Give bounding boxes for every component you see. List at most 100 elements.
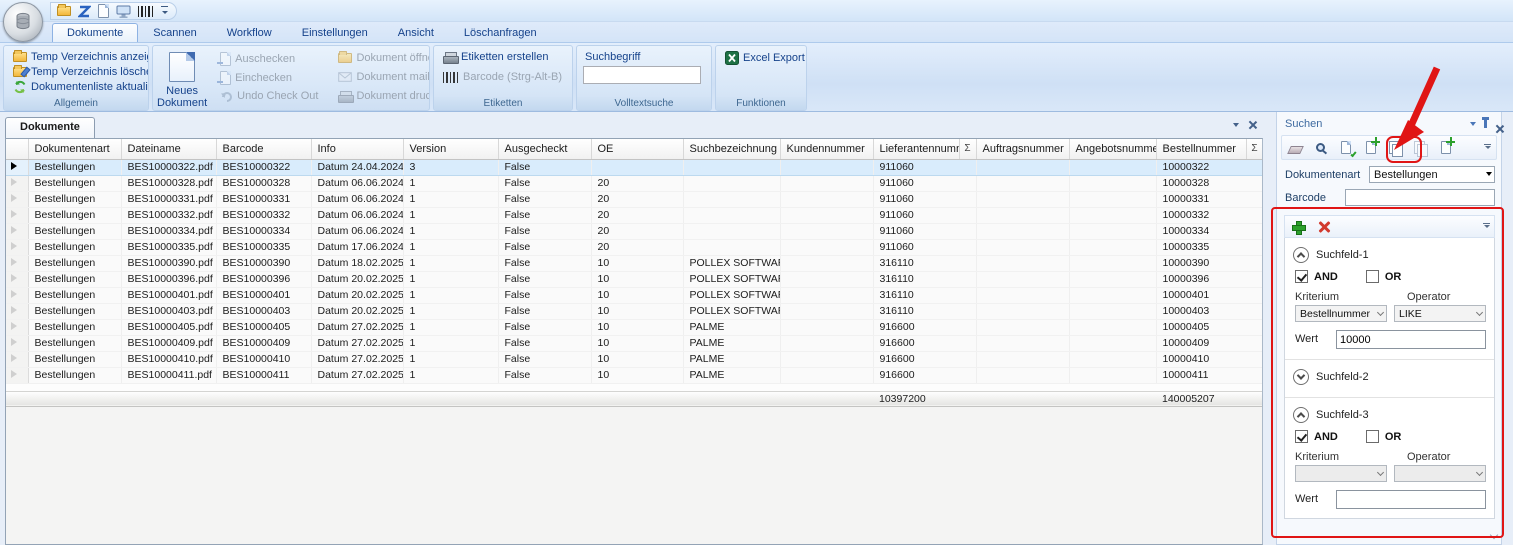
- operator-dropdown[interactable]: [1394, 465, 1486, 482]
- cell[interactable]: Datum 17.06.2024: [311, 239, 403, 255]
- cell[interactable]: Bestellungen: [28, 175, 121, 191]
- and-checkbox[interactable]: [1295, 270, 1308, 283]
- cell[interactable]: BES10000405.pdf: [121, 319, 216, 335]
- cell[interactable]: BES10000401.pdf: [121, 287, 216, 303]
- cell[interactable]: 316110: [873, 287, 976, 303]
- cell[interactable]: BES10000403: [216, 303, 311, 319]
- etiketten-erstellen-button[interactable]: Etiketten erstellen: [440, 50, 551, 64]
- column-header-kundennummer[interactable]: Kundennummer: [780, 139, 873, 159]
- cell[interactable]: [780, 223, 873, 239]
- cell[interactable]: BES10000401: [216, 287, 311, 303]
- cell[interactable]: Bestellungen: [28, 191, 121, 207]
- cell[interactable]: Bestellungen: [28, 367, 121, 383]
- cell[interactable]: [976, 351, 1069, 367]
- application-menu-button[interactable]: [3, 2, 43, 42]
- cell[interactable]: Bestellungen: [28, 255, 121, 271]
- cell[interactable]: 316110: [873, 255, 976, 271]
- cell[interactable]: 911060: [873, 191, 976, 207]
- cell[interactable]: 10000405: [1156, 319, 1263, 335]
- cell[interactable]: 1: [403, 175, 498, 191]
- cell[interactable]: 10000411: [1156, 367, 1263, 383]
- cell[interactable]: BES10000332: [216, 207, 311, 223]
- table-row[interactable]: BestellungenBES10000331.pdfBES10000331Da…: [6, 191, 1263, 207]
- tab-dropdown-icon[interactable]: [1233, 123, 1239, 130]
- remove-criteria-icon[interactable]: [1315, 218, 1332, 235]
- cell[interactable]: PALME: [683, 319, 780, 335]
- cell[interactable]: 911060: [873, 159, 976, 175]
- cell[interactable]: POLLEX SOFTWARE (: [683, 255, 780, 271]
- cell[interactable]: Bestellungen: [28, 303, 121, 319]
- cell[interactable]: BES10000335.pdf: [121, 239, 216, 255]
- cell[interactable]: [1069, 223, 1156, 239]
- cell[interactable]: Datum 27.02.2025: [311, 367, 403, 383]
- cell[interactable]: Datum 06.06.2024: [311, 191, 403, 207]
- collapse-icon[interactable]: [1293, 247, 1309, 263]
- cell[interactable]: 10000331: [1156, 191, 1263, 207]
- folder-icon[interactable]: [57, 6, 71, 16]
- cell[interactable]: 1: [403, 271, 498, 287]
- cell[interactable]: 20: [591, 191, 683, 207]
- cell[interactable]: 1: [403, 191, 498, 207]
- cell[interactable]: 1: [403, 335, 498, 351]
- or-checkbox[interactable]: [1366, 430, 1379, 443]
- cell[interactable]: Bestellungen: [28, 319, 121, 335]
- cell[interactable]: BES10000334: [216, 223, 311, 239]
- table-row[interactable]: BestellungenBES10000322.pdfBES10000322Da…: [6, 159, 1263, 175]
- cell[interactable]: BES10000411.pdf: [121, 367, 216, 383]
- dokument-oeffnen-button[interactable]: Dokument öffnen: [335, 51, 430, 65]
- cell[interactable]: Datum 20.02.2025: [311, 287, 403, 303]
- ribbon-tab-scannen[interactable]: Scannen: [138, 23, 211, 42]
- cell[interactable]: False: [498, 175, 591, 191]
- cell[interactable]: 10000409: [1156, 335, 1263, 351]
- cell[interactable]: [976, 239, 1069, 255]
- cell[interactable]: [1069, 287, 1156, 303]
- cell[interactable]: 20: [591, 223, 683, 239]
- cell[interactable]: 10: [591, 319, 683, 335]
- cell[interactable]: [683, 175, 780, 191]
- cell[interactable]: 20: [591, 175, 683, 191]
- cell[interactable]: BES10000403.pdf: [121, 303, 216, 319]
- cell[interactable]: 10000390: [1156, 255, 1263, 271]
- pin-icon[interactable]: [1484, 119, 1487, 128]
- cell[interactable]: 10000403: [1156, 303, 1263, 319]
- column-header-oe[interactable]: OE: [591, 139, 683, 159]
- cell[interactable]: 1: [403, 223, 498, 239]
- cell[interactable]: 911060: [873, 207, 976, 223]
- barcode-button[interactable]: Barcode (Strg-Alt-B): [440, 70, 565, 84]
- cell[interactable]: 911060: [873, 223, 976, 239]
- cell[interactable]: [1069, 255, 1156, 271]
- table-row[interactable]: BestellungenBES10000411.pdfBES10000411Da…: [6, 367, 1263, 383]
- table-row[interactable]: BestellungenBES10000335.pdfBES10000335Da…: [6, 239, 1263, 255]
- toolbar-overflow-icon[interactable]: [1483, 223, 1490, 231]
- cell[interactable]: 10000322: [1156, 159, 1263, 175]
- cell[interactable]: BES10000322: [216, 159, 311, 175]
- cell[interactable]: [1069, 367, 1156, 383]
- cell[interactable]: False: [498, 191, 591, 207]
- cell[interactable]: Datum 06.06.2024: [311, 207, 403, 223]
- table-row[interactable]: BestellungenBES10000332.pdfBES10000332Da…: [6, 207, 1263, 223]
- suchfeld-header[interactable]: Suchfeld-3: [1293, 402, 1486, 427]
- barcode-icon[interactable]: [138, 6, 154, 17]
- search-icon[interactable]: [1312, 139, 1329, 156]
- cell[interactable]: Datum 24.04.2024: [311, 159, 403, 175]
- kriterium-dropdown[interactable]: Bestellnummer: [1295, 305, 1387, 322]
- tab-dokumente[interactable]: Dokumente: [5, 117, 95, 138]
- cell[interactable]: 1: [403, 207, 498, 223]
- cell[interactable]: Datum 27.02.2025: [311, 335, 403, 351]
- cell[interactable]: False: [498, 223, 591, 239]
- cell[interactable]: [780, 319, 873, 335]
- z-app-icon[interactable]: [78, 5, 91, 18]
- cell[interactable]: [1069, 239, 1156, 255]
- save-search-icon[interactable]: [1362, 139, 1379, 156]
- column-header-barcode[interactable]: Barcode: [216, 139, 311, 159]
- cell[interactable]: 10: [591, 303, 683, 319]
- cell[interactable]: BES10000335: [216, 239, 311, 255]
- apply-check-icon[interactable]: [1337, 139, 1354, 156]
- cell[interactable]: 916600: [873, 319, 976, 335]
- cell[interactable]: 10: [591, 255, 683, 271]
- cell[interactable]: [976, 223, 1069, 239]
- cell[interactable]: 10000335: [1156, 239, 1263, 255]
- cell[interactable]: BES10000410.pdf: [121, 351, 216, 367]
- suchfeld-header[interactable]: Suchfeld-1: [1293, 242, 1486, 267]
- column-header-angebotsnummer[interactable]: Angebotsnummer: [1069, 139, 1156, 159]
